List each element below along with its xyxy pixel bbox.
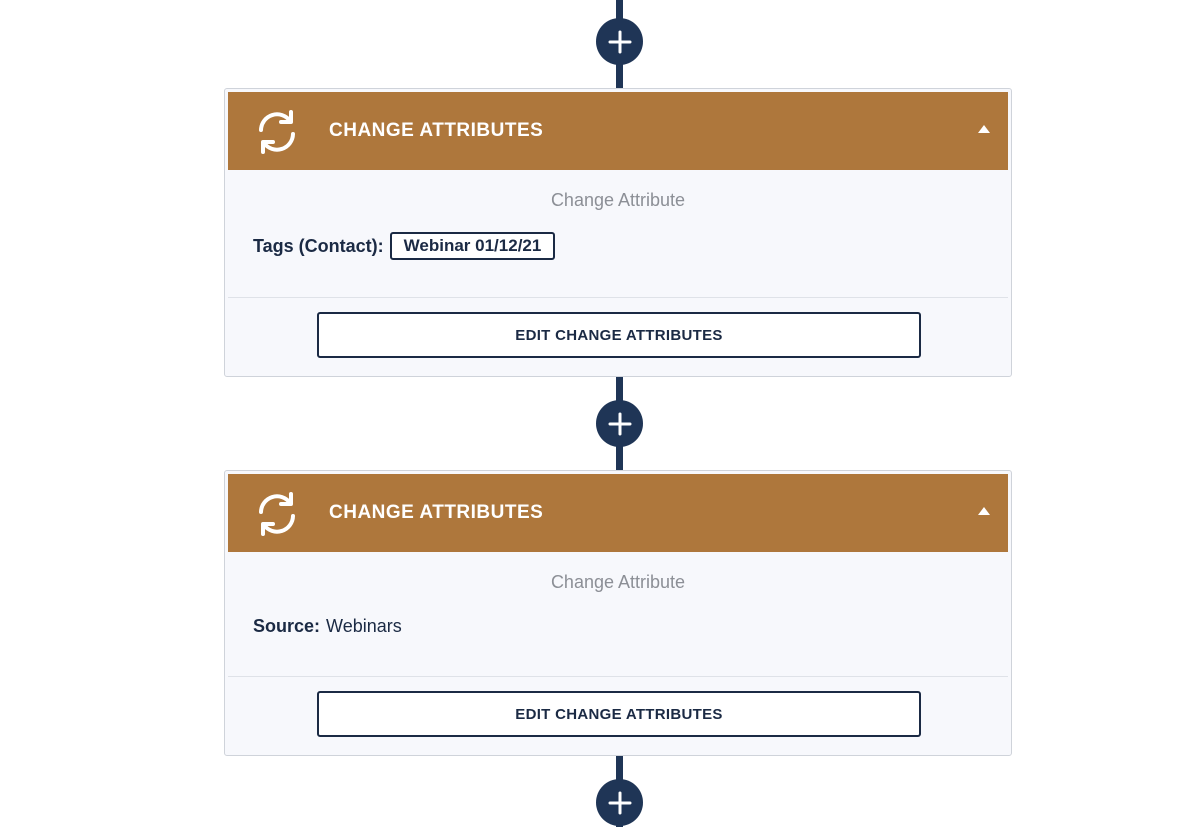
- attribute-value: Webinars: [326, 616, 402, 636]
- attribute-row: Tags (Contact): Webinar 01/12/21: [253, 232, 556, 260]
- edit-change-attributes-button[interactable]: EDIT CHANGE ATTRIBUTES: [317, 691, 921, 737]
- add-step-button[interactable]: [596, 779, 643, 826]
- card-header[interactable]: CHANGE ATTRIBUTES: [228, 92, 1008, 170]
- edit-change-attributes-button[interactable]: EDIT CHANGE ATTRIBUTES: [317, 312, 921, 358]
- caret-up-icon[interactable]: [977, 506, 991, 516]
- refresh-icon: [259, 492, 295, 536]
- attribute-key: Source:: [253, 616, 321, 636]
- attribute-row: Source: Webinars: [253, 616, 402, 637]
- card-footer: EDIT CHANGE ATTRIBUTES: [228, 298, 1008, 373]
- add-step-button[interactable]: [596, 400, 643, 447]
- change-attributes-card: CHANGE ATTRIBUTES Change Attribute Tags …: [224, 88, 1012, 377]
- card-body: Change Attribute Tags (Contact): Webinar…: [228, 170, 1008, 298]
- plus-icon: [608, 30, 631, 53]
- card-header[interactable]: CHANGE ATTRIBUTES: [228, 474, 1008, 552]
- add-step-button[interactable]: [596, 18, 643, 65]
- card-title: CHANGE ATTRIBUTES: [329, 120, 544, 141]
- card-body: Change Attribute Source: Webinars: [228, 552, 1008, 677]
- card-subtitle: Change Attribute: [550, 572, 686, 592]
- card-footer: EDIT CHANGE ATTRIBUTES: [228, 677, 1008, 752]
- refresh-icon: [259, 110, 295, 154]
- card-title: CHANGE ATTRIBUTES: [329, 502, 544, 523]
- attribute-key: Tags (Contact):: [253, 235, 384, 256]
- plus-icon: [608, 412, 631, 435]
- caret-up-icon[interactable]: [977, 124, 991, 134]
- card-subtitle: Change Attribute: [550, 190, 686, 210]
- change-attributes-card: CHANGE ATTRIBUTES Change Attribute Sourc…: [224, 470, 1012, 756]
- workflow-canvas: CHANGE ATTRIBUTES Change Attribute Tags …: [0, 0, 1200, 827]
- plus-icon: [608, 791, 631, 814]
- tag-chip: Webinar 01/12/21: [389, 232, 556, 260]
